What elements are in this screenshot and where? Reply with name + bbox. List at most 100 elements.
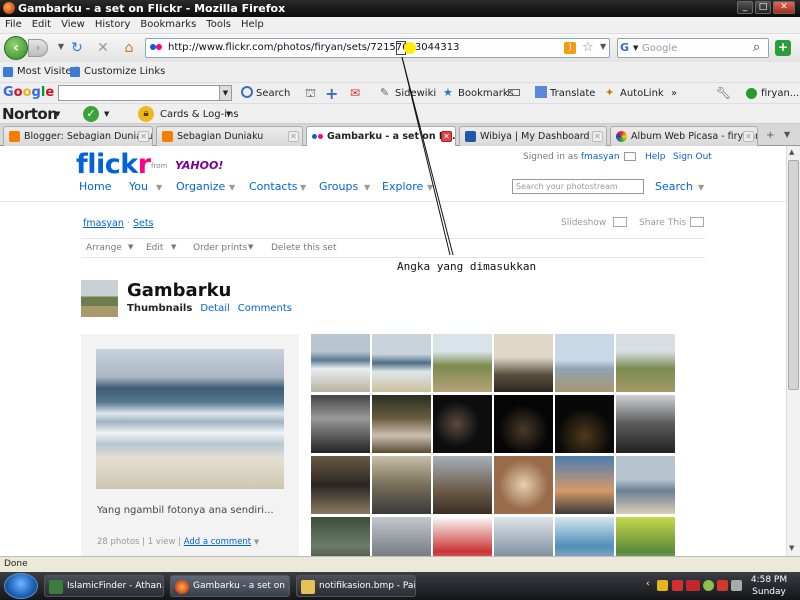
update-tray-icon[interactable] [717,580,728,591]
photo-thumbnail[interactable] [555,395,614,453]
nav-explore-dropdown-icon[interactable]: ▼ [427,183,433,192]
new-tab-icon[interactable]: + [766,130,774,141]
tab-close-icon[interactable]: ✕ [288,131,299,142]
clock[interactable]: 4:58 PM Sunday [744,574,794,598]
photo-thumbnail[interactable] [616,456,675,514]
nav-explore[interactable]: Explore [382,180,423,193]
search-bar[interactable]: G ▼ Google ⌕ [617,38,769,58]
scroll-thumb[interactable] [788,160,799,390]
slideshow-icon[interactable] [613,217,627,227]
tab-gambarku[interactable]: Gambarku - a set on Fli... ✕ [306,126,456,147]
norton-dropdown-icon[interactable]: ▼ [55,110,60,118]
tab-detail[interactable]: Detail [200,303,229,314]
photo-thumbnail[interactable] [616,517,675,556]
delete-set-button[interactable]: Delete this set [271,243,336,253]
gmail-icon[interactable]: ✉ [350,86,360,100]
autolink-icon[interactable]: ✦ [605,86,614,99]
tab-close-icon[interactable]: ✕ [592,131,603,142]
nav-contacts-dropdown-icon[interactable]: ▼ [300,183,306,192]
vertical-scrollbar[interactable]: ▲ ▼ [786,146,800,556]
photo-thumbnail[interactable] [494,395,553,453]
photo-thumbnail[interactable] [433,517,492,556]
edit-button[interactable]: Edit [146,243,163,253]
photo-thumbnail[interactable] [433,334,492,392]
sign-out-link[interactable]: Sign Out [673,152,712,162]
nav-you[interactable]: You [129,180,148,193]
photo-thumbnail[interactable] [372,517,431,556]
photo-thumbnail[interactable] [494,517,553,556]
taskbar-firefox[interactable]: Gambarku - a set on ... [170,575,290,597]
primary-photo[interactable] [96,349,284,489]
order-prints-button[interactable]: Order prints [193,243,247,253]
nav-groups[interactable]: Groups [319,180,358,193]
photostream-search-button[interactable]: Search [655,180,693,193]
home-icon[interactable]: ⌂ [120,40,138,58]
google-search-engine-icon[interactable]: G [620,41,634,55]
share-button[interactable]: Share This [639,218,686,228]
tab-picasa[interactable]: Album Web Picasa - firyanr... ✕ [610,126,758,146]
cards-dropdown-icon[interactable]: ▼ [226,110,231,118]
bookmark-most-visited[interactable]: Most Visited [17,66,78,77]
photo-thumbnail[interactable] [311,395,370,453]
plus-icon[interactable]: + [325,84,338,103]
reload-icon[interactable]: ↻ [68,40,86,58]
nav-home[interactable]: Home [79,180,111,193]
tab-thumbnails[interactable]: Thumbnails [127,303,192,314]
order-prints-dropdown-icon[interactable]: ▼ [248,243,253,251]
menu-view[interactable]: View [56,17,90,30]
tray-expand-icon[interactable]: ‹ [646,579,650,589]
back-button[interactable]: ‹ [4,36,28,60]
photo-thumbnail[interactable] [372,456,431,514]
volume-tray-icon[interactable] [731,580,742,591]
nav-organize-dropdown-icon[interactable]: ▼ [229,183,235,192]
url-dropdown-icon[interactable]: ▼ [600,42,606,51]
sidewiki-button[interactable]: Sidewiki [395,88,436,99]
photo-thumbnail[interactable] [616,395,675,453]
menu-bookmarks[interactable]: Bookmarks [135,17,201,30]
google-search-input[interactable]: ▼ [58,85,232,101]
ati-tray-icon[interactable] [686,580,700,591]
more-chevron-icon[interactable]: » [671,88,677,99]
tab-sebagian-duniaku[interactable]: Sebagian Duniaku ✕ [156,126,303,146]
photo-thumbnail[interactable] [433,395,492,453]
antivirus-tray-icon[interactable] [672,580,683,591]
edit-dropdown-icon[interactable]: ▼ [171,243,176,251]
scroll-up-icon[interactable]: ▲ [789,148,794,156]
photo-thumbnail[interactable] [555,456,614,514]
bookmark-customize-links[interactable]: Customize Links [84,66,165,77]
share-icon[interactable] [690,217,704,227]
add-comment-link[interactable]: Add a comment [184,537,251,547]
photo-thumbnail[interactable] [372,395,431,453]
photo-thumbnail[interactable] [433,456,492,514]
photo-thumbnail[interactable] [311,334,370,392]
photo-thumbnail[interactable] [311,456,370,514]
tab-close-icon[interactable]: ✕ [743,131,754,142]
translate-button[interactable]: Translate [550,88,595,99]
stop-icon[interactable]: ✕ [94,40,112,58]
menu-edit[interactable]: Edit [27,17,56,30]
photo-thumbnail[interactable] [372,334,431,392]
tab-wibiya[interactable]: Wibiya | My Dashboard ✕ [459,126,607,146]
photo-thumbnail[interactable] [616,334,675,392]
nav-organize[interactable]: Organize [176,180,225,193]
photo-thumbnail[interactable] [494,334,553,392]
menu-history[interactable]: History [90,17,136,30]
menu-file[interactable]: File [0,17,27,30]
start-button[interactable] [4,573,38,599]
bookmarks-star-icon[interactable]: ★ [443,86,453,99]
tab-close-icon[interactable]: ✕ [138,131,149,142]
rss-icon[interactable]: ) [564,42,576,54]
norton-check-icon[interactable]: ✓ [83,106,99,122]
help-link[interactable]: Help [645,152,666,162]
autolink-button[interactable]: AutoLink [620,88,664,99]
sidewiki-icon[interactable]: ✎ [380,86,389,99]
tab-blogger[interactable]: Blogger: Sebagian Duniaku ... ✕ [3,126,153,146]
tab-comments[interactable]: Comments [238,303,292,314]
addon-icon[interactable]: + [775,40,791,56]
photostream-search-input[interactable]: Search your photostream [512,179,644,194]
username-link[interactable]: fmasyan [581,152,620,162]
google-bookmarks-button[interactable]: Bookmarks [458,88,514,99]
photo-thumbnail[interactable] [555,517,614,556]
mail-icon[interactable] [624,152,636,161]
security-tray-icon[interactable] [657,580,668,591]
